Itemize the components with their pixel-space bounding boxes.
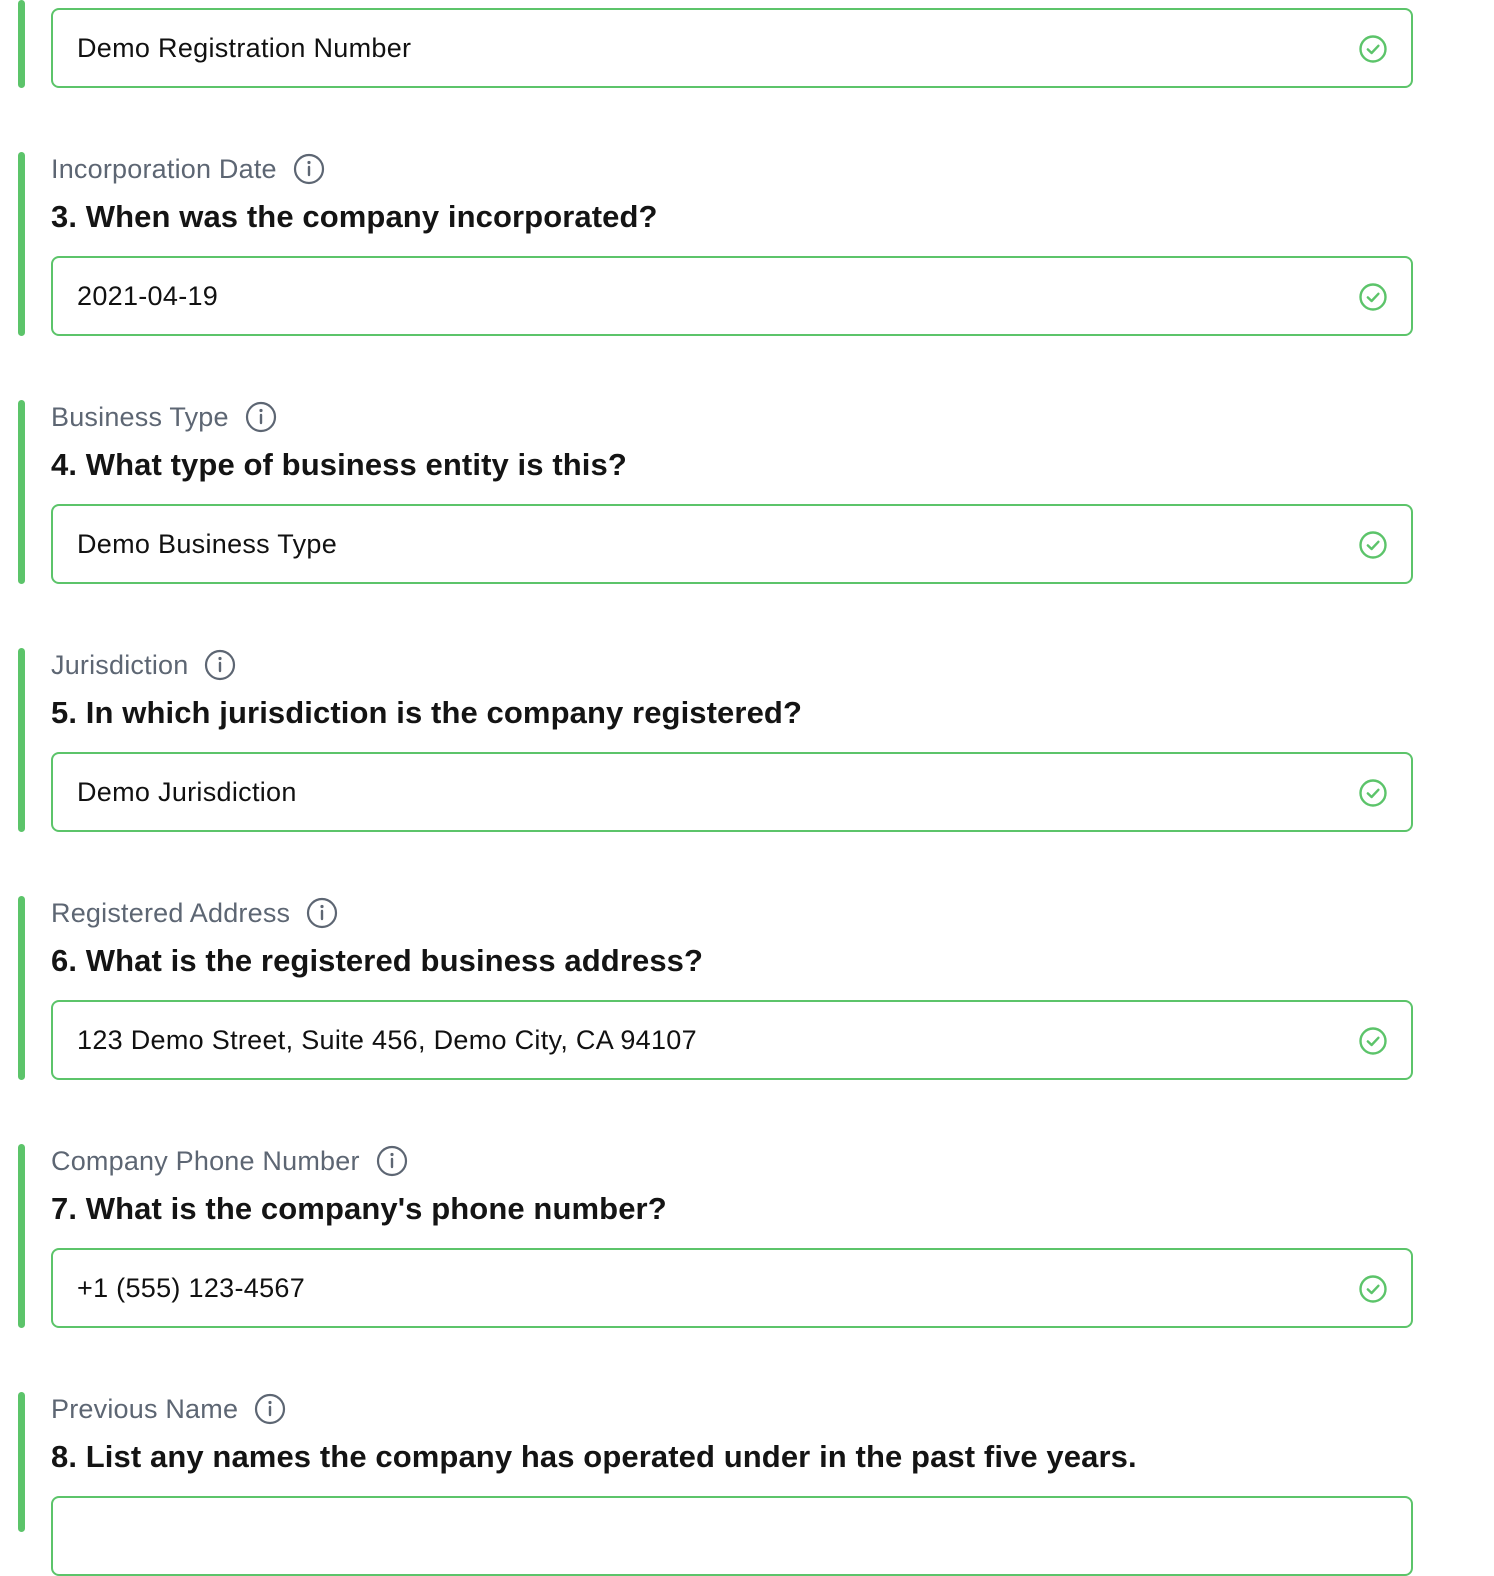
registration-number-input[interactable]: Demo Registration Number bbox=[51, 8, 1413, 88]
field-accent-bar bbox=[18, 0, 25, 88]
field-accent-bar bbox=[18, 1392, 25, 1532]
question-text: 3. When was the company incorporated? bbox=[51, 199, 658, 234]
field-label: Company Phone Number bbox=[51, 1145, 360, 1176]
input-value: 2021-04-19 bbox=[77, 280, 219, 311]
check-circle-icon bbox=[1359, 531, 1387, 559]
question-text: 7. What is the company's phone number? bbox=[51, 1191, 667, 1226]
field-label: Incorporation Date bbox=[51, 153, 277, 184]
check-circle-icon bbox=[1359, 283, 1387, 311]
question-text: 6. What is the registered business addre… bbox=[51, 943, 704, 978]
question-text: 5. In which jurisdiction is the company … bbox=[51, 695, 802, 730]
field-label: Registered Address bbox=[51, 897, 291, 928]
input-value: +1 (555) 123-4567 bbox=[77, 1272, 306, 1303]
input-value: Demo Jurisdiction bbox=[77, 776, 297, 807]
field-label: Jurisdiction bbox=[51, 649, 189, 680]
field-accent-bar bbox=[18, 896, 25, 1080]
field-label: Business Type bbox=[51, 401, 229, 432]
jurisdiction-input[interactable]: Demo Jurisdiction bbox=[51, 752, 1413, 832]
field-accent-bar bbox=[18, 648, 25, 832]
input-value: 123 Demo Street, Suite 456, Demo City, C… bbox=[77, 1024, 697, 1055]
field-label-row: Registered Address bbox=[51, 896, 338, 930]
field-label-row: Jurisdiction bbox=[51, 648, 236, 682]
check-circle-icon bbox=[1359, 1027, 1387, 1055]
check-circle-icon bbox=[1359, 35, 1387, 63]
field-label-row: Incorporation Date bbox=[51, 152, 325, 186]
info-icon[interactable] bbox=[204, 649, 236, 681]
question-text: 8. List any names the company has operat… bbox=[51, 1439, 1137, 1474]
field-label-row: Company Phone Number bbox=[51, 1144, 408, 1178]
info-icon[interactable] bbox=[376, 1145, 408, 1177]
check-circle-icon bbox=[1359, 779, 1387, 807]
field-label: Previous Name bbox=[51, 1393, 239, 1424]
field-label-row: Business Type bbox=[51, 400, 277, 434]
field-label-row: Previous Name bbox=[51, 1392, 286, 1426]
previous-name-input[interactable] bbox=[51, 1496, 1413, 1576]
info-icon[interactable] bbox=[306, 897, 338, 929]
field-accent-bar bbox=[18, 1144, 25, 1328]
company-phone-input[interactable]: +1 (555) 123-4567 bbox=[51, 1248, 1413, 1328]
incorporation-date-input[interactable]: 2021-04-19 bbox=[51, 256, 1413, 336]
info-icon[interactable] bbox=[245, 401, 277, 433]
info-icon[interactable] bbox=[254, 1393, 286, 1425]
question-text: 4. What type of business entity is this? bbox=[51, 447, 627, 482]
input-value: Demo Business Type bbox=[77, 528, 338, 559]
business-type-input[interactable]: Demo Business Type bbox=[51, 504, 1413, 584]
registered-address-input[interactable]: 123 Demo Street, Suite 456, Demo City, C… bbox=[51, 1000, 1413, 1080]
check-circle-icon bbox=[1359, 1275, 1387, 1303]
field-accent-bar bbox=[18, 152, 25, 336]
info-icon[interactable] bbox=[293, 153, 325, 185]
input-value: Demo Registration Number bbox=[77, 32, 412, 63]
field-accent-bar bbox=[18, 400, 25, 584]
